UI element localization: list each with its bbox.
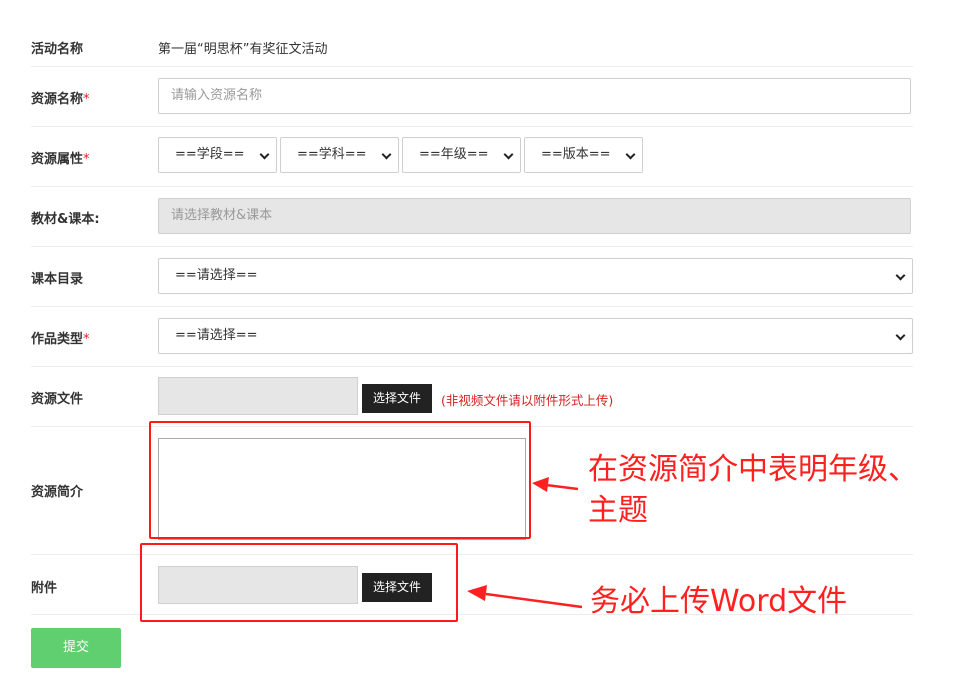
intro-arrow-icon [532, 477, 579, 492]
intro-annotation-line1: 在资源简介中表明年级、 [588, 452, 918, 487]
attachment-arrow-icon [467, 585, 583, 609]
attachment-annotation: 务必上传Word文件 [590, 584, 848, 619]
intro-annotation-line2: 主题 [588, 493, 648, 528]
